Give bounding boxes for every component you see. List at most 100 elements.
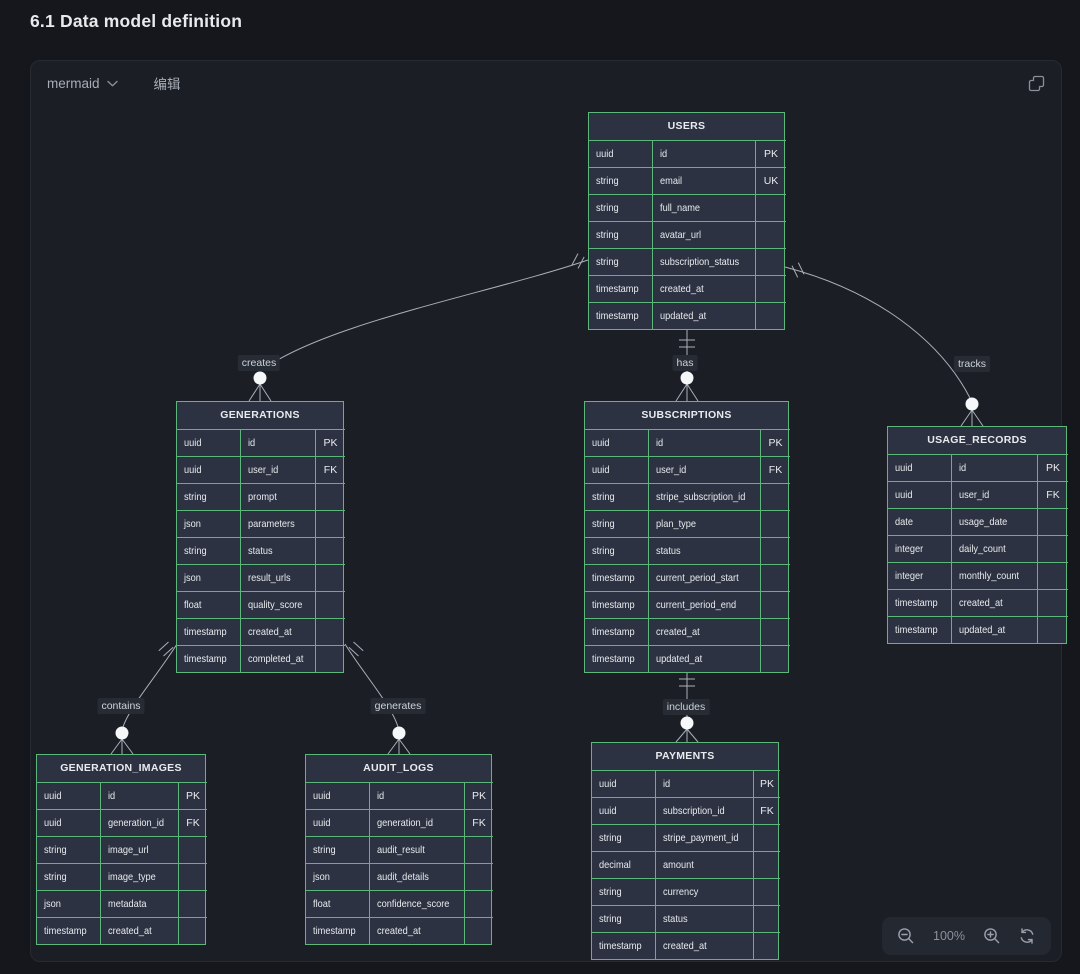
- attr-name: subscription_id: [655, 797, 753, 824]
- attr-name: subscription_status: [652, 248, 755, 275]
- attr-name: status: [655, 905, 753, 932]
- attr-type: json: [37, 890, 100, 917]
- attr-name: quality_score: [240, 591, 315, 618]
- attr-name: generation_id: [100, 809, 178, 836]
- refresh-icon: [1018, 927, 1036, 945]
- entity-row: uuididPK: [306, 782, 491, 809]
- attr-type: integer: [888, 535, 951, 562]
- entity-title: GENERATION_IMAGES: [37, 755, 205, 782]
- attr-key: [755, 248, 786, 275]
- attr-name: user_id: [951, 481, 1037, 508]
- attr-type: date: [888, 508, 951, 535]
- attr-name: metadata: [100, 890, 178, 917]
- entity-row: uuididPK: [177, 429, 343, 456]
- attr-type: uuid: [177, 456, 240, 483]
- attr-type: string: [592, 878, 655, 905]
- entity-row: stringsubscription_status: [589, 248, 784, 275]
- attr-name: created_at: [240, 618, 315, 645]
- attr-key: PK: [315, 429, 345, 456]
- attr-key: [1037, 535, 1068, 562]
- entity-title: PAYMENTS: [592, 743, 778, 770]
- entity-row: jsonaudit_details: [306, 863, 491, 890]
- diagram-canvas[interactable]: creates has tracks contains generates in…: [31, 61, 1061, 961]
- entity-usage-records: USAGE_RECORDSuuididPKuuiduser_idFKdateus…: [887, 426, 1067, 644]
- zoom-in-icon: [983, 927, 1001, 945]
- attr-type: string: [589, 248, 652, 275]
- attr-key: [315, 564, 345, 591]
- attr-type: json: [306, 863, 369, 890]
- entity-row: uuidgeneration_idFK: [306, 809, 491, 836]
- entity-row: stringaudit_result: [306, 836, 491, 863]
- attr-name: id: [240, 429, 315, 456]
- attr-type: string: [589, 167, 652, 194]
- entity-row: uuididPK: [888, 454, 1066, 481]
- attr-key: [760, 591, 790, 618]
- entity-audit-logs: AUDIT_LOGSuuididPKuuidgeneration_idFKstr…: [305, 754, 492, 945]
- zoom-out-button[interactable]: [897, 927, 915, 945]
- attr-type: timestamp: [592, 932, 655, 959]
- attr-type: float: [177, 591, 240, 618]
- entity-row: timestampcompleted_at: [177, 645, 343, 672]
- attr-type: uuid: [37, 782, 100, 809]
- attr-key: [1037, 562, 1068, 589]
- attr-key: FK: [178, 809, 207, 836]
- attr-type: uuid: [306, 782, 369, 809]
- attr-key: [760, 618, 790, 645]
- edit-button[interactable]: 编辑: [154, 73, 181, 93]
- entity-row: integermonthly_count: [888, 562, 1066, 589]
- attr-key: PK: [753, 770, 780, 797]
- attr-name: prompt: [240, 483, 315, 510]
- entity-row: stringprompt: [177, 483, 343, 510]
- attr-type: uuid: [585, 429, 648, 456]
- attr-type: json: [177, 564, 240, 591]
- entity-row: stringimage_url: [37, 836, 205, 863]
- attr-key: [753, 851, 780, 878]
- entity-row: uuididPK: [37, 782, 205, 809]
- attr-key: [315, 483, 345, 510]
- zoom-out-icon: [897, 927, 915, 945]
- attr-key: [1037, 589, 1068, 616]
- attr-name: daily_count: [951, 535, 1037, 562]
- entity-row: jsonresult_urls: [177, 564, 343, 591]
- entity-row: uuidsubscription_idFK: [592, 797, 778, 824]
- attr-name: amount: [655, 851, 753, 878]
- attr-type: json: [177, 510, 240, 537]
- entity-row: stringstripe_payment_id: [592, 824, 778, 851]
- refresh-button[interactable]: [1018, 927, 1036, 945]
- zoom-toolbar: 100%: [882, 917, 1051, 955]
- zoom-in-button[interactable]: [983, 927, 1001, 945]
- attr-key: FK: [753, 797, 780, 824]
- attr-name: currency: [655, 878, 753, 905]
- edge-contains: [123, 644, 177, 727]
- attr-key: [753, 878, 780, 905]
- entity-row: uuidgeneration_idFK: [37, 809, 205, 836]
- relationship-label-tracks: tracks: [954, 356, 990, 372]
- entity-payments: PAYMENTSuuididPKuuidsubscription_idFKstr…: [591, 742, 779, 960]
- attr-type: uuid: [592, 797, 655, 824]
- attr-name: id: [648, 429, 760, 456]
- attr-type: timestamp: [585, 564, 648, 591]
- entity-row: stringstatus: [592, 905, 778, 932]
- attr-name: user_id: [240, 456, 315, 483]
- page-title: 6.1 Data model definition: [30, 11, 242, 32]
- attr-key: [755, 221, 786, 248]
- entity-row: timestampcurrent_period_end: [585, 591, 788, 618]
- attr-key: [753, 824, 780, 851]
- relationship-label-includes: includes: [663, 699, 710, 715]
- attr-type: float: [306, 890, 369, 917]
- renderer-dropdown-label: mermaid: [47, 76, 100, 91]
- attr-type: timestamp: [888, 589, 951, 616]
- attr-name: updated_at: [951, 616, 1037, 643]
- attr-key: [755, 275, 786, 302]
- attr-name: image_url: [100, 836, 178, 863]
- attr-key: [178, 863, 207, 890]
- attr-type: string: [589, 221, 652, 248]
- attr-name: id: [655, 770, 753, 797]
- renderer-dropdown[interactable]: mermaid: [47, 76, 118, 91]
- attr-type: timestamp: [589, 275, 652, 302]
- attr-key: PK: [760, 429, 790, 456]
- attr-type: uuid: [585, 456, 648, 483]
- attr-key: [1037, 508, 1068, 535]
- attr-name: created_at: [648, 618, 760, 645]
- attr-key: PK: [755, 140, 786, 167]
